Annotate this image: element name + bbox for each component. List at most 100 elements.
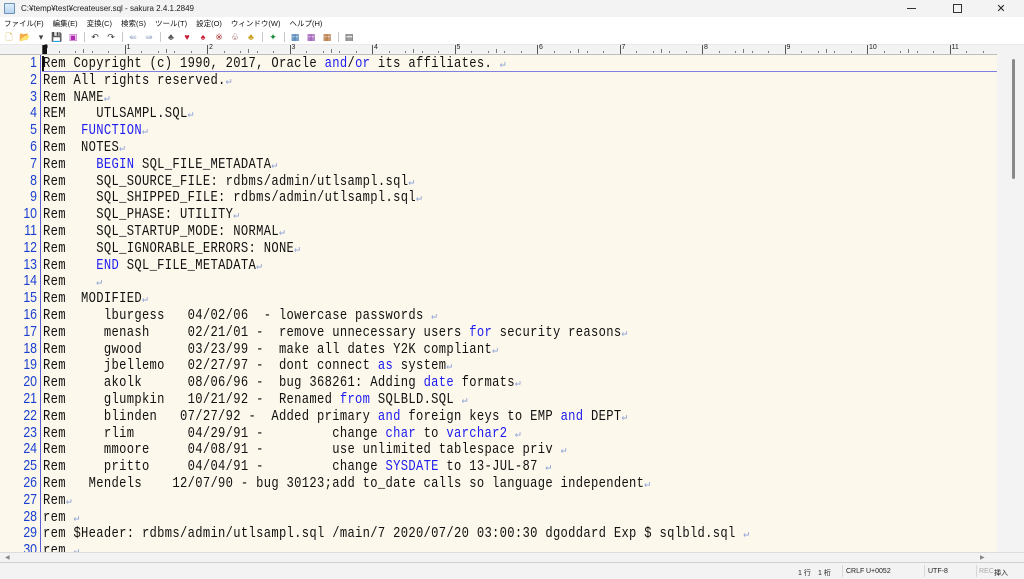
compare-button[interactable]: ▦ [289,32,301,43]
menu-item[interactable]: ツール(T) [155,18,187,29]
line-number[interactable]: 17 [7,323,37,341]
code-line[interactable]: 15 Rem MODIFIED↵ [0,289,997,307]
vertical-scroll-thumb[interactable] [1012,59,1015,179]
search-button[interactable]: ♣ [165,32,177,43]
line-number[interactable]: 21 [7,390,37,408]
code-line[interactable]: 13 Rem END SQL_FILE_METADATA↵ [0,256,997,274]
line-number[interactable]: 7 [7,155,37,173]
line-number[interactable]: 9 [7,189,37,206]
outline-button[interactable]: ▤ [343,32,355,43]
line-number[interactable]: 23 [7,424,37,442]
line-number[interactable]: 30 [7,541,37,552]
code-line[interactable]: 24 Rem mmoore 04/08/91 - use unlimited ta… [0,441,997,458]
code-line[interactable]: 2 Rem All rights reserved.↵ [0,71,997,89]
close-button[interactable]: ✕ [978,0,1024,17]
line-number[interactable]: 12 [7,239,37,257]
menu-item[interactable]: ウィンドウ(W) [231,18,281,29]
line-number[interactable]: 16 [7,306,37,324]
redo-button[interactable]: ↷ [105,32,117,43]
jump-back-button[interactable]: ⇚ [127,32,139,43]
code-line[interactable]: 11 Rem SQL_STARTUP_MODE: NORMAL↵ [0,222,997,240]
line-number[interactable]: 26 [7,474,37,492]
editor-area[interactable]: 1 Rem Copyright (c) 1990, 2017, Oracle an… [0,55,997,552]
code-line[interactable]: 1 Rem Copyright (c) 1990, 2017, Oracle an… [0,55,997,72]
code-line[interactable]: 20 Rem akolk 08/06/96 - bug 368261: Addin… [0,373,997,391]
compare-prev-button[interactable]: ▦ [321,32,333,43]
line-number[interactable]: 15 [7,289,37,307]
new-file-button[interactable]: 🗋 [3,32,15,43]
search-prev-button[interactable]: ♥ [181,32,193,43]
line-number[interactable]: 5 [7,121,37,139]
menu-item[interactable]: 検索(S) [121,18,146,29]
line-number[interactable]: 22 [7,407,37,425]
compare-next-button[interactable]: ▦ [305,32,317,43]
line-number[interactable]: 10 [7,205,37,223]
line-number[interactable]: 19 [7,357,37,374]
line-number[interactable]: 6 [7,138,37,156]
line-number[interactable]: 2 [7,71,37,89]
line-number[interactable]: 24 [7,441,37,458]
line-number[interactable]: 25 [7,457,37,475]
bookmark-button[interactable]: ✦ [267,32,279,43]
status-insert-mode[interactable]: 挿入 [994,568,1008,578]
line-number[interactable]: 3 [7,88,37,106]
search-next-button[interactable]: ♠ [197,32,209,43]
code-line[interactable]: 26 Rem Mendels 12/07/90 - bug 30123;add t… [0,474,997,492]
horizontal-scrollbar[interactable]: ◀ ▶ [0,552,1024,562]
menu-item[interactable]: ヘルプ(H) [290,18,323,29]
code-line[interactable]: 28 rem ↵ [0,508,997,526]
menu-item[interactable]: 設定(O) [196,18,222,29]
code-line[interactable]: 4 REM UTLSAMPL.SQL↵ [0,105,997,122]
replace-button[interactable]: ※ [213,32,225,43]
code-line[interactable]: 23 Rem rlim 04/29/91 - change char to var… [0,424,997,442]
maximize-button[interactable] [934,0,980,17]
open-file-button[interactable]: 📂 [19,32,31,43]
line-number[interactable]: 27 [7,491,37,509]
code-line[interactable]: 29 rem $Header: rdbms/admin/utlsampl.sql … [0,525,997,542]
code-line[interactable]: 30 rem ↵ [0,541,997,552]
scroll-right-arrow-icon[interactable]: ▶ [980,554,985,561]
code-line[interactable]: 27 Rem↵ [0,491,997,509]
line-number[interactable]: 1 [7,55,37,72]
line-number[interactable]: 18 [7,340,37,358]
grep-button[interactable]: ♧ [229,32,241,43]
code-line[interactable]: 25 Rem pritto 04/04/91 - change SYSDATE t… [0,457,997,475]
grep-replace-button[interactable]: ♣ [245,32,257,43]
code-line[interactable]: 19 Rem jbellemo 02/27/97 - dont connect a… [0,357,997,374]
menu-item[interactable]: 変換(C) [87,18,112,29]
line-number[interactable]: 11 [7,222,37,240]
status-encoding[interactable]: UTF-8 [928,568,948,575]
code-line[interactable]: 9 Rem SQL_SHIPPED_FILE: rdbms/admin/utlsa… [0,189,997,206]
code-line[interactable]: 17 Rem menash 02/21/01 - remove unnecessa… [0,323,997,341]
code-line[interactable]: 18 Rem gwood 03/23/99 - make all dates Y2… [0,340,997,358]
code-line[interactable]: 3 Rem NAME↵ [0,88,997,106]
code-line[interactable]: 22 Rem blinden 07/27/92 - Added primary a… [0,407,997,425]
save-button[interactable]: 💾 [51,32,63,43]
code-line[interactable]: 6 Rem NOTES↵ [0,138,997,156]
status-eol[interactable]: CRLF [846,568,864,575]
code-line[interactable]: 16 Rem lburgess 04/02/06 - lowercase pass… [0,306,997,324]
code-line[interactable]: 10 Rem SQL_PHASE: UTILITY↵ [0,205,997,223]
line-number[interactable]: 13 [7,256,37,274]
line-number[interactable]: 8 [7,172,37,190]
line-number[interactable]: 29 [7,525,37,542]
minimize-button[interactable] [888,0,934,17]
code-line[interactable]: 21 Rem glumpkin 10/21/92 - Renamed from S… [0,390,997,408]
line-number[interactable]: 20 [7,373,37,391]
scroll-left-arrow-icon[interactable]: ◀ [5,554,10,561]
save-all-button[interactable]: ▣ [67,32,79,43]
line-number[interactable]: 4 [7,105,37,122]
vertical-scrollbar[interactable] [997,45,1024,552]
line-number[interactable]: 28 [7,508,37,526]
code-line[interactable]: 8 Rem SQL_SOURCE_FILE: rdbms/admin/utlsam… [0,172,997,190]
code-line[interactable]: 14 Rem ↵ [0,273,997,290]
undo-button[interactable]: ↶ [89,32,101,43]
jump-forward-button[interactable]: ⇛ [143,32,155,43]
menu-item[interactable]: 編集(E) [53,18,78,29]
code-line[interactable]: 7 Rem BEGIN SQL_FILE_METADATA↵ [0,155,997,173]
menu-item[interactable]: ファイル(F) [4,18,44,29]
code-line[interactable]: 5 Rem FUNCTION↵ [0,121,997,139]
open-dropdown-button[interactable]: ▾ [35,32,47,43]
line-number[interactable]: 14 [7,273,37,290]
code-line[interactable]: 12 Rem SQL_IGNORABLE_ERRORS: NONE↵ [0,239,997,257]
